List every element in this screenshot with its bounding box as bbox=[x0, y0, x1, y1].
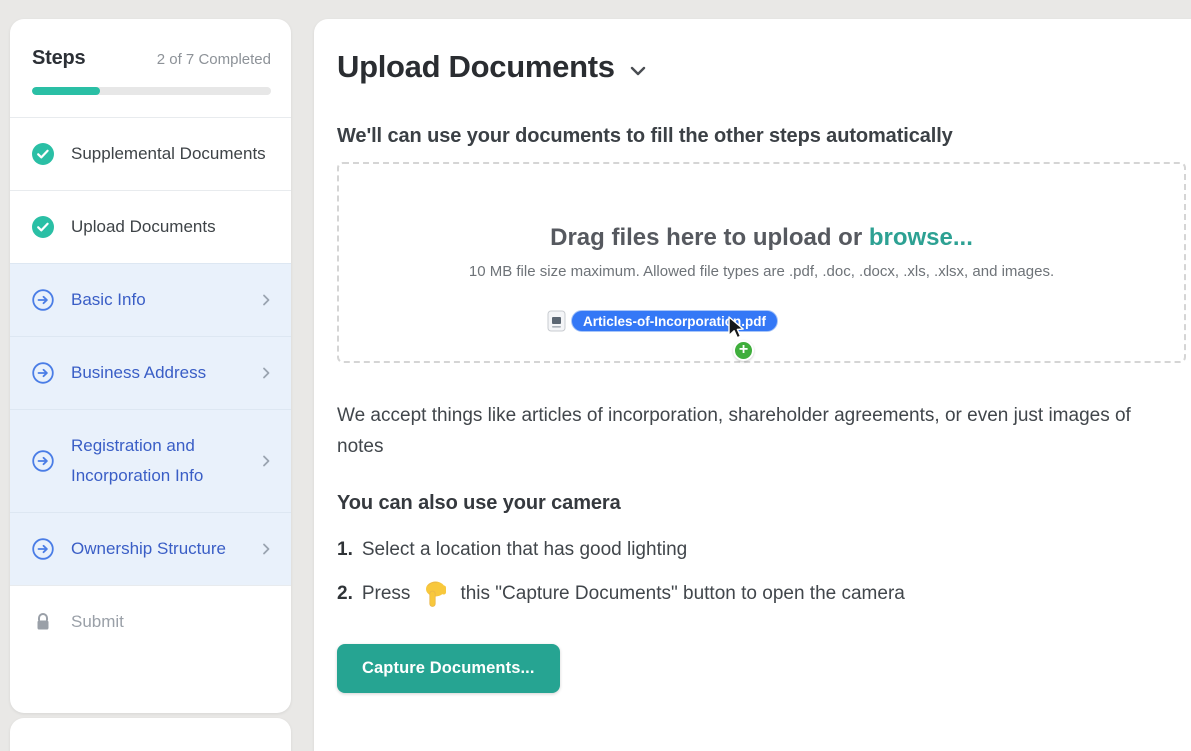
arrow-circle-icon bbox=[32, 450, 54, 472]
sidebar-item-label: Registration and Incorporation Info bbox=[71, 431, 242, 491]
page-title: Upload Documents bbox=[337, 49, 615, 85]
progress-bar bbox=[32, 87, 271, 95]
title-dropdown-chevron-icon[interactable] bbox=[630, 66, 646, 76]
camera-heading: You can also use your camera bbox=[337, 492, 1181, 515]
chevron-right-icon bbox=[259, 293, 273, 307]
file-dropzone[interactable]: Drag files here to upload or browse... 1… bbox=[337, 162, 1186, 363]
dropzone-headline: Drag files here to upload or browse... bbox=[339, 164, 1184, 252]
instruction-text: Select a location that has good lighting bbox=[362, 539, 687, 561]
sidebar-item-submit[interactable]: Submit bbox=[10, 585, 291, 658]
progress-fill bbox=[32, 87, 100, 95]
arrow-circle-icon bbox=[32, 538, 54, 560]
chevron-right-icon bbox=[259, 454, 273, 468]
lock-icon bbox=[32, 611, 54, 633]
chevron-right-icon bbox=[259, 542, 273, 556]
steps-progress-label: 2 of 7 Completed bbox=[157, 51, 271, 68]
instruction-text-suffix: this "Capture Documents" button to open … bbox=[460, 583, 904, 605]
file-icon bbox=[547, 310, 566, 332]
browse-link[interactable]: browse... bbox=[869, 224, 973, 251]
dropzone-headline-text: Drag files here to upload or bbox=[550, 224, 869, 251]
intro-heading: We'll can use your documents to fill the… bbox=[337, 125, 1181, 148]
chevron-right-icon bbox=[259, 366, 273, 380]
mouse-cursor-icon bbox=[727, 316, 747, 340]
steps-header: Steps 2 of 7 Completed bbox=[10, 19, 291, 95]
arrow-circle-icon bbox=[32, 362, 54, 384]
camera-instructions: 1. Select a location that has good light… bbox=[337, 539, 1181, 608]
sidebar-item-label: Upload Documents bbox=[71, 212, 273, 242]
next-card-peek bbox=[10, 718, 291, 751]
sidebar-item-label: Supplemental Documents bbox=[71, 139, 273, 169]
steps-sidebar: Steps 2 of 7 Completed Supplemental Docu… bbox=[10, 19, 291, 713]
sidebar-item-label: Submit bbox=[71, 607, 273, 637]
instruction-number: 2. bbox=[337, 583, 353, 605]
instruction-1: 1. Select a location that has good light… bbox=[337, 539, 1181, 561]
check-circle-icon bbox=[32, 216, 54, 238]
sidebar-item-upload-documents[interactable]: Upload Documents bbox=[10, 190, 291, 263]
sidebar-item-registration-incorporation[interactable]: Registration and Incorporation Info bbox=[10, 409, 291, 512]
instruction-text-prefix: Press bbox=[362, 583, 411, 605]
sidebar-item-basic-info[interactable]: Basic Info bbox=[10, 263, 291, 336]
sidebar-item-label: Basic Info bbox=[71, 285, 242, 315]
accept-note: We accept things like articles of incorp… bbox=[337, 400, 1169, 462]
instruction-2: 2. Press this "Capture Documents" button… bbox=[337, 580, 1181, 608]
pointing-down-hand-icon bbox=[423, 580, 447, 608]
check-circle-icon bbox=[32, 143, 54, 165]
instruction-number: 1. bbox=[337, 539, 353, 561]
dropzone-restrictions: 10 MB file size maximum. Allowed file ty… bbox=[339, 263, 1184, 280]
capture-documents-button[interactable]: Capture Documents... bbox=[337, 644, 560, 693]
arrow-circle-icon bbox=[32, 289, 54, 311]
sidebar-item-ownership-structure[interactable]: Ownership Structure bbox=[10, 512, 291, 585]
sidebar-item-label: Business Address bbox=[71, 358, 242, 388]
drag-copy-plus-icon: + bbox=[733, 340, 754, 361]
sidebar-item-business-address[interactable]: Business Address bbox=[10, 336, 291, 409]
steps-title: Steps bbox=[32, 47, 85, 70]
upload-documents-panel: Upload Documents We'll can use your docu… bbox=[314, 19, 1191, 751]
sidebar-item-label: Ownership Structure bbox=[71, 534, 242, 564]
sidebar-item-supplemental-documents[interactable]: Supplemental Documents bbox=[10, 117, 291, 190]
